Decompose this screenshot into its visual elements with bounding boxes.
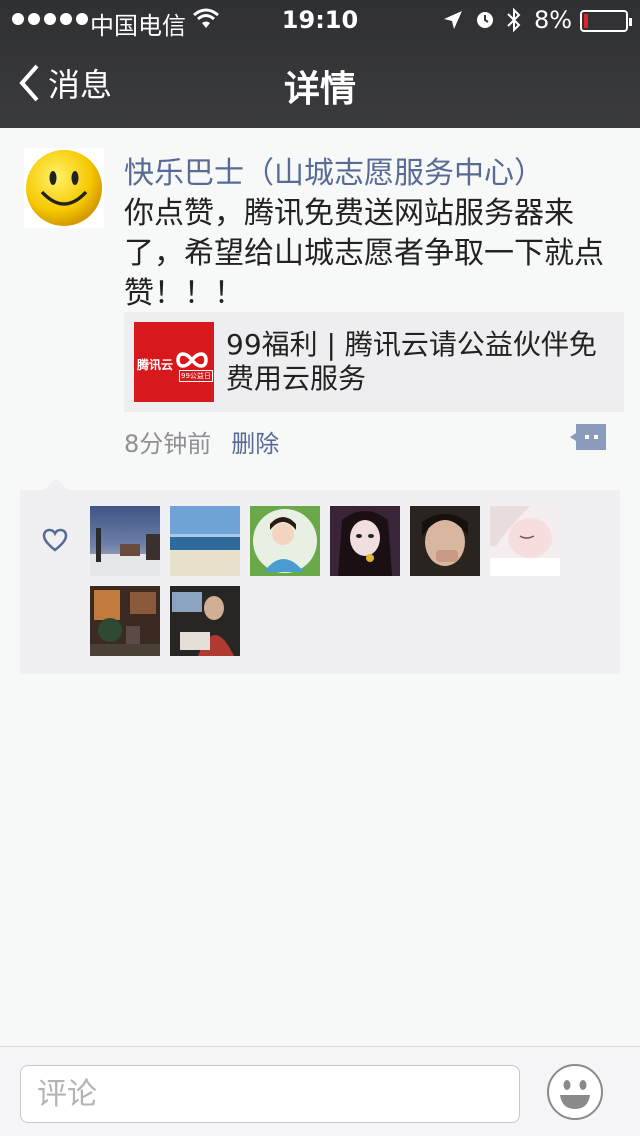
alarm-icon	[477, 12, 493, 28]
thumb-text: 腾讯云	[137, 358, 174, 372]
top-bar: 中国电信 19:10 8% 消息 详情	[0, 0, 640, 128]
emoji-icon	[547, 1064, 603, 1120]
post-meta: 8分钟前 删除	[124, 424, 279, 459]
liker-avatar-1[interactable]	[90, 506, 160, 576]
link-thumbnail: 腾讯云 99公益日	[134, 322, 214, 402]
link-card[interactable]: 腾讯云 99公益日 99福利 | 腾讯云请公益伙伴免费用云服务	[124, 312, 624, 412]
heart-icon	[42, 528, 68, 552]
status-bar: 中国电信 19:10 8%	[0, 0, 640, 40]
liker-avatar-7[interactable]	[90, 586, 160, 656]
link-title: 99福利 | 腾讯云请公益伙伴免费用云服务	[226, 328, 597, 395]
comment-action-button[interactable]	[568, 422, 608, 452]
page-title: 详情	[283, 69, 356, 110]
battery-icon	[580, 10, 632, 32]
post-time: 8分钟前	[124, 430, 212, 458]
smiley-avatar-icon	[26, 150, 102, 226]
liker-avatar-6[interactable]	[490, 506, 560, 576]
likes-panel	[20, 478, 620, 674]
emoji-button[interactable]	[546, 1063, 604, 1121]
nav-bar: 消息 详情	[0, 40, 640, 128]
post-text: 你点赞，腾讯免费送网站服务器来了，希望给山城志愿者争取一下就点赞！！！	[124, 196, 604, 311]
battery-percent: 8%	[534, 6, 573, 34]
comment-bubble-icon	[570, 424, 606, 450]
author-name[interactable]: 快乐巴士（山城志愿服务中心）	[124, 148, 544, 192]
liker-avatar-3[interactable]	[250, 506, 320, 576]
delete-button[interactable]: 删除	[231, 424, 279, 459]
comment-bar	[0, 1046, 640, 1136]
comment-input[interactable]	[20, 1065, 520, 1123]
avatar[interactable]	[24, 148, 104, 228]
liker-avatar-4[interactable]	[330, 506, 400, 576]
liker-avatar-2[interactable]	[170, 506, 240, 576]
thumb-tag: 99公益日	[179, 370, 213, 382]
infinity-icon	[176, 352, 208, 368]
liker-avatar-8[interactable]	[170, 586, 240, 656]
location-icon	[444, 11, 462, 29]
bluetooth-icon	[507, 7, 521, 33]
liker-avatar-5[interactable]	[410, 506, 480, 576]
